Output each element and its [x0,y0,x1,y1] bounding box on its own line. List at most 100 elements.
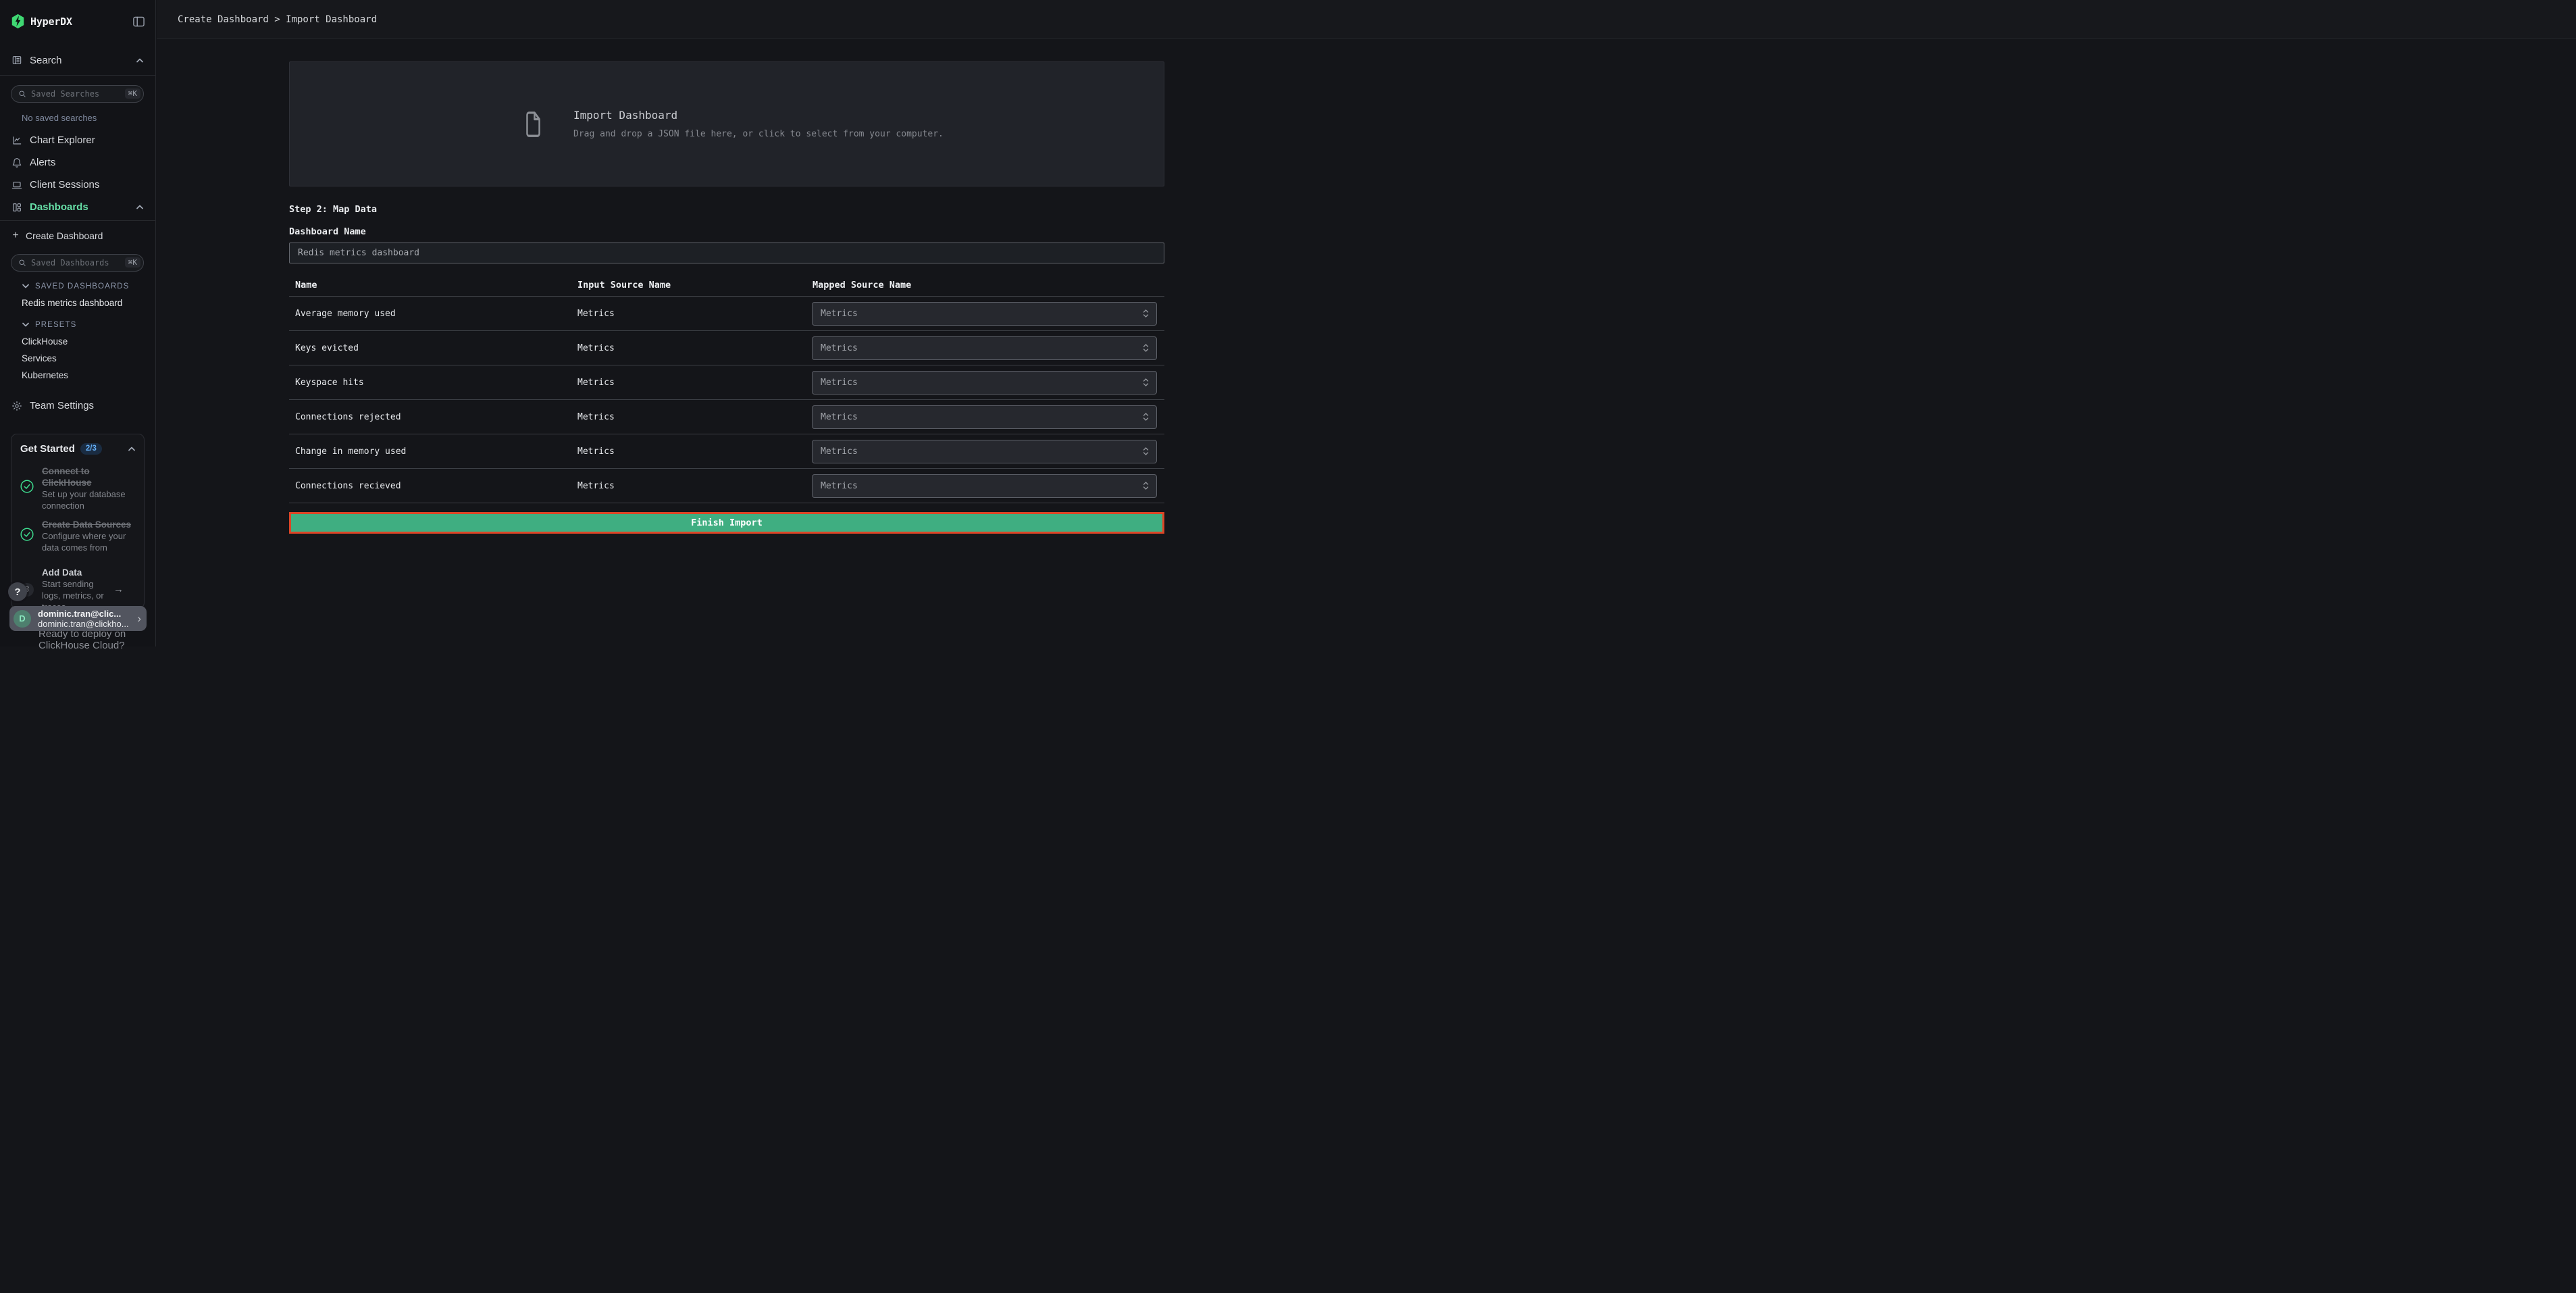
chevron-down-icon [22,322,29,327]
selected-source: Metrics [821,378,1142,388]
mapped-source-select[interactable]: Metrics [812,405,1157,429]
get-started-card: Get Started 2/3 Connect to ClickHouse Se… [11,434,145,609]
clickhouse-cloud-promo: Ready to deploy on ClickHouse Cloud? [38,628,126,651]
mapped-source-select[interactable]: Metrics [812,474,1157,498]
get-started-progress-badge: 2/3 [80,443,102,455]
sidebar-section-search[interactable]: Search [0,49,155,72]
dashboard-name-input[interactable] [289,243,1164,263]
get-started-step-connect[interactable]: Connect to ClickHouse Set up your databa… [20,465,135,511]
table-row: Connections rejected Metrics Metrics [289,400,1164,434]
user-email: dominic.tran@clickho... [38,619,134,629]
mapped-source-select[interactable]: Metrics [812,371,1157,395]
selected-source: Metrics [821,309,1142,319]
arrow-right-icon: → [113,584,124,595]
shortcut-badge: ⌘K [125,88,140,99]
search-icon [18,90,26,98]
chevron-right-icon: › [137,612,141,626]
sidebar-item-clickhouse[interactable]: ClickHouse [22,336,145,348]
sidebar-divider [0,220,155,221]
row-name: Average memory used [289,309,577,319]
get-started-title: Get Started [20,443,75,455]
no-saved-searches-note: No saved searches [22,113,155,123]
mapped-source-select[interactable]: Metrics [812,302,1157,326]
saved-searches-input[interactable] [31,89,125,99]
user-name: dominic.tran@clic... [38,609,134,619]
select-caret-icon [1142,411,1150,422]
presets-section-toggle[interactable]: PRESETS [22,319,145,331]
step-subtitle: Configure where your data comes from [42,530,135,553]
row-input-source: Metrics [577,309,812,319]
get-started-step-add-data[interactable]: 3 Add Data Start sending logs, metrics, … [20,567,135,609]
step-subtitle: Start sending logs, metrics, or traces [42,578,109,609]
dropzone-title: Import Dashboard [573,109,944,122]
step-title: Connect to ClickHouse [42,465,135,488]
sidebar-item-redis-metrics-dashboard[interactable]: Redis metrics dashboard [22,298,145,309]
sidebar-item-chart-explorer[interactable]: Chart Explorer [0,129,155,151]
saved-dashboards-searchbox[interactable]: ⌘K [11,254,144,272]
sidebar-item-dashboards[interactable]: Dashboards [0,196,155,218]
select-caret-icon [1142,446,1150,457]
mapped-source-select[interactable]: Metrics [812,440,1157,463]
chevron-down-icon [22,284,29,288]
laptop-icon [11,180,22,191]
table-row: Average memory used Metrics Metrics [289,297,1164,331]
promo-line: ClickHouse Cloud? [38,640,126,651]
saved-dashboards-section-toggle[interactable]: SAVED DASHBOARDS [22,280,145,293]
sidebar-item-kubernetes[interactable]: Kubernetes [22,370,145,382]
create-dashboard-button[interactable]: + Create Dashboard [11,228,145,243]
step-heading: Step 2: Map Data [289,204,1164,215]
row-name: Connections rejected [289,412,577,422]
finish-import-button[interactable]: Finish Import [289,512,1164,534]
bell-icon [11,157,22,168]
mapping-table: Name Input Source Name Mapped Source Nam… [289,263,1164,503]
user-menu[interactable]: D dominic.tran@clic... dominic.tran@clic… [9,606,147,631]
file-icon [523,110,544,138]
mapped-source-select[interactable]: Metrics [812,336,1157,360]
row-input-source: Metrics [577,447,812,457]
table-row: Change in memory used Metrics Metrics [289,434,1164,469]
sidebar-item-label: Chart Explorer [30,134,143,146]
row-input-source: Metrics [577,378,812,388]
select-caret-icon [1142,343,1150,353]
row-input-source: Metrics [577,412,812,422]
sidebar-item-alerts[interactable]: Alerts [0,151,155,174]
step-title: Add Data [42,567,109,578]
hyperdx-logo-icon [11,14,25,29]
gear-icon [11,401,22,411]
sidebar-item-client-sessions[interactable]: Client Sessions [0,174,155,196]
table-header-row: Name Input Source Name Mapped Source Nam… [289,263,1164,297]
sidebar-divider [0,75,155,76]
column-header-input-source: Input Source Name [577,280,812,290]
sidebar: HyperDX Search ⌘K No saved searches [0,0,156,646]
row-name: Change in memory used [289,447,577,457]
sidebar-item-label: Client Sessions [30,179,143,191]
create-dashboard-label: Create Dashboard [26,230,103,241]
row-name: Connections recieved [289,481,577,491]
selected-source: Metrics [821,412,1142,422]
selected-source: Metrics [821,343,1142,353]
table-row: Keyspace hits Metrics Metrics [289,365,1164,400]
dashboards-icon [11,202,22,213]
dashboard-name-label: Dashboard Name [289,226,1164,237]
saved-dashboards-input[interactable] [31,258,125,268]
dropzone-subtitle: Drag and drop a JSON file here, or click… [573,129,944,139]
team-settings-label: Team Settings [30,400,143,411]
sidebar-item-services[interactable]: Services [22,353,145,365]
selected-source: Metrics [821,447,1142,457]
sidebar-item-team-settings[interactable]: Team Settings [0,399,155,413]
chevron-up-icon [136,58,143,63]
help-button[interactable]: ? [8,582,27,601]
saved-searches-searchbox[interactable]: ⌘K [11,85,144,103]
row-name: Keys evicted [289,343,577,353]
chevron-up-icon[interactable] [128,447,135,451]
collapse-sidebar-icon[interactable] [133,16,145,27]
breadcrumb: Create Dashboard > Import Dashboard [178,14,377,25]
table-row: Connections recieved Metrics Metrics [289,469,1164,503]
search-section-label: Search [30,55,136,66]
top-bar: Create Dashboard > Import Dashboard [157,0,2576,39]
select-caret-icon [1142,308,1150,319]
select-caret-icon [1142,377,1150,388]
import-dropzone[interactable]: Import Dashboard Drag and drop a JSON fi… [289,61,1164,186]
row-input-source: Metrics [577,343,812,353]
get-started-step-sources[interactable]: Create Data Sources Configure where your… [20,519,135,553]
